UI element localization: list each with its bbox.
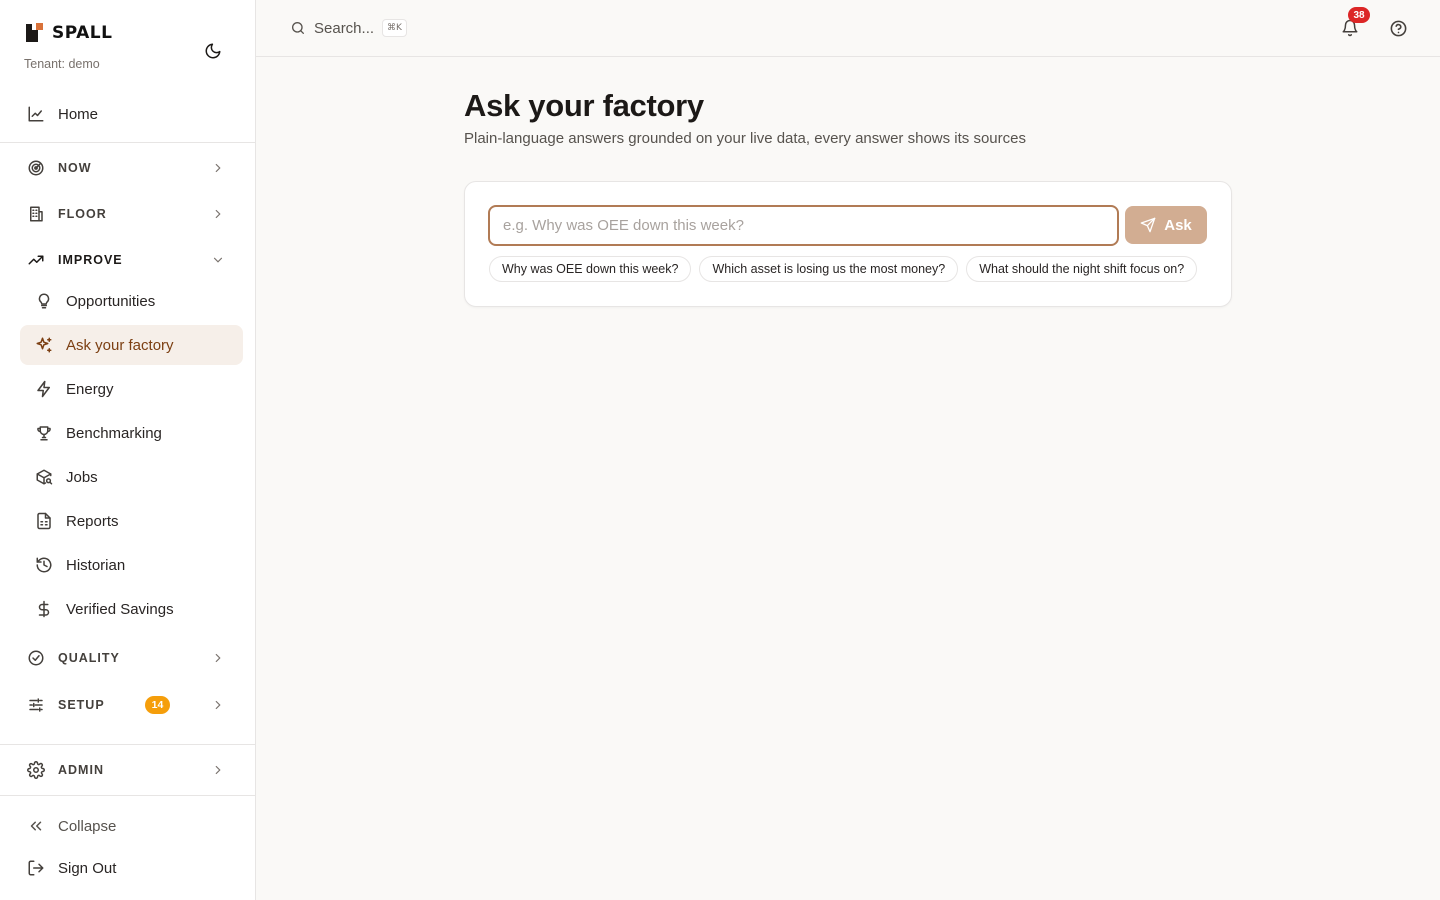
package-search-icon xyxy=(34,467,54,487)
sliders-icon xyxy=(26,695,46,715)
sidebar-section-label: QUALITY xyxy=(58,651,120,665)
ask-button[interactable]: Ask xyxy=(1125,206,1207,244)
divider xyxy=(0,142,255,143)
sidebar-item-energy[interactable]: Energy xyxy=(20,369,243,409)
chevron-down-icon xyxy=(208,250,228,270)
lightbulb-icon xyxy=(34,291,54,311)
sidebar-item-label: Home xyxy=(58,105,99,123)
sidebar-section-improve[interactable]: IMPROVE xyxy=(26,244,238,276)
sidebar-item-benchmarking[interactable]: Benchmarking xyxy=(20,413,243,453)
dollar-icon xyxy=(34,599,54,619)
brand-name: SPALL xyxy=(52,23,113,43)
trending-up-icon xyxy=(26,250,46,270)
page-title: Ask your factory xyxy=(464,88,704,123)
setup-count-badge: 14 xyxy=(145,696,170,714)
notifications-count-badge: 38 xyxy=(1348,7,1370,23)
sidebar-section-label: FLOOR xyxy=(58,207,107,221)
collapse-label: Collapse xyxy=(58,817,117,835)
sidebar: SPALL Tenant: demo Home NOW FLOOR IMPROV… xyxy=(0,0,256,900)
bolt-icon xyxy=(34,379,54,399)
brand: SPALL Tenant: demo xyxy=(24,22,112,71)
sidebar-item-verified-savings[interactable]: Verified Savings xyxy=(20,589,243,629)
sidebar-item-label: Opportunities xyxy=(66,292,156,310)
sidebar-section-quality[interactable]: QUALITY xyxy=(26,642,238,674)
suggestion-chip[interactable]: What should the night shift focus on? xyxy=(966,256,1198,282)
sidebar-item-label: Ask your factory xyxy=(66,336,174,354)
sidebar-item-ask-your-factory[interactable]: Ask your factory xyxy=(20,325,243,365)
sidebar-section-label: SETUP xyxy=(58,698,105,712)
send-icon xyxy=(1140,217,1156,233)
suggestion-chips: Why was OEE down this week? Which asset … xyxy=(489,256,1198,282)
topbar: Search... ⌘K 38 xyxy=(256,0,1440,57)
sidebar-item-opportunities[interactable]: Opportunities xyxy=(20,281,243,321)
sidebar-item-label: Benchmarking xyxy=(66,424,162,442)
sidebar-item-label: Verified Savings xyxy=(66,600,174,618)
sidebar-item-label: Jobs xyxy=(66,468,98,486)
theme-toggle-button[interactable] xyxy=(200,38,226,64)
chevrons-left-icon xyxy=(26,816,46,836)
logo-mark-icon xyxy=(24,22,46,44)
chevron-right-icon xyxy=(208,695,228,715)
building-icon xyxy=(26,204,46,224)
check-circle-icon xyxy=(26,648,46,668)
sign-out-label: Sign Out xyxy=(58,859,117,877)
tenant-label: Tenant: demo xyxy=(24,57,100,71)
sidebar-item-historian[interactable]: Historian xyxy=(20,545,243,585)
ask-card: Ask Why was OEE down this week? Which as… xyxy=(464,181,1232,307)
sidebar-item-label: Reports xyxy=(66,512,119,530)
sidebar-item-jobs[interactable]: Jobs xyxy=(20,457,243,497)
question-input[interactable] xyxy=(488,205,1119,246)
collapse-sidebar-button[interactable]: Collapse xyxy=(26,810,238,842)
chevron-right-icon xyxy=(208,760,228,780)
sidebar-item-label: Historian xyxy=(66,556,126,574)
help-button[interactable] xyxy=(1386,16,1410,40)
chevron-right-icon xyxy=(208,158,228,178)
global-search[interactable]: Search... ⌘K xyxy=(290,16,407,40)
sidebar-item-label: Energy xyxy=(66,380,114,398)
sidebar-section-now[interactable]: NOW xyxy=(26,152,238,184)
sidebar-item-home[interactable]: Home xyxy=(26,98,238,130)
page-subtitle: Plain-language answers grounded on your … xyxy=(464,130,1026,147)
trophy-icon xyxy=(34,423,54,443)
gear-icon xyxy=(26,760,46,780)
suggestion-chip[interactable]: Which asset is losing us the most money? xyxy=(699,256,959,282)
sidebar-section-label: IMPROVE xyxy=(58,253,123,267)
history-icon xyxy=(34,555,54,575)
moon-icon xyxy=(205,43,221,59)
sidebar-section-setup[interactable]: SETUP 14 xyxy=(26,689,238,721)
sidebar-section-floor[interactable]: FLOOR xyxy=(26,198,238,230)
radar-icon xyxy=(26,158,46,178)
help-circle-icon xyxy=(1390,20,1406,36)
ask-button-label: Ask xyxy=(1164,216,1192,234)
chevron-right-icon xyxy=(208,204,228,224)
sidebar-section-admin[interactable]: ADMIN xyxy=(26,754,238,786)
sidebar-section-label: NOW xyxy=(58,161,92,175)
chevron-right-icon xyxy=(208,648,228,668)
sidebar-section-label: ADMIN xyxy=(58,763,104,777)
sidebar-item-reports[interactable]: Reports xyxy=(20,501,243,541)
suggestion-chip[interactable]: Why was OEE down this week? xyxy=(489,256,692,282)
factory-chart-icon xyxy=(26,104,46,124)
search-label: Search... xyxy=(314,19,375,37)
search-icon xyxy=(292,22,304,34)
divider xyxy=(0,795,255,796)
log-out-icon xyxy=(26,858,46,878)
sign-out-button[interactable]: Sign Out xyxy=(26,852,238,884)
search-shortcut: ⌘K xyxy=(382,19,407,37)
logo[interactable]: SPALL xyxy=(24,22,112,44)
spreadsheet-icon xyxy=(34,511,54,531)
sparkles-icon xyxy=(34,335,54,355)
divider xyxy=(0,744,255,745)
